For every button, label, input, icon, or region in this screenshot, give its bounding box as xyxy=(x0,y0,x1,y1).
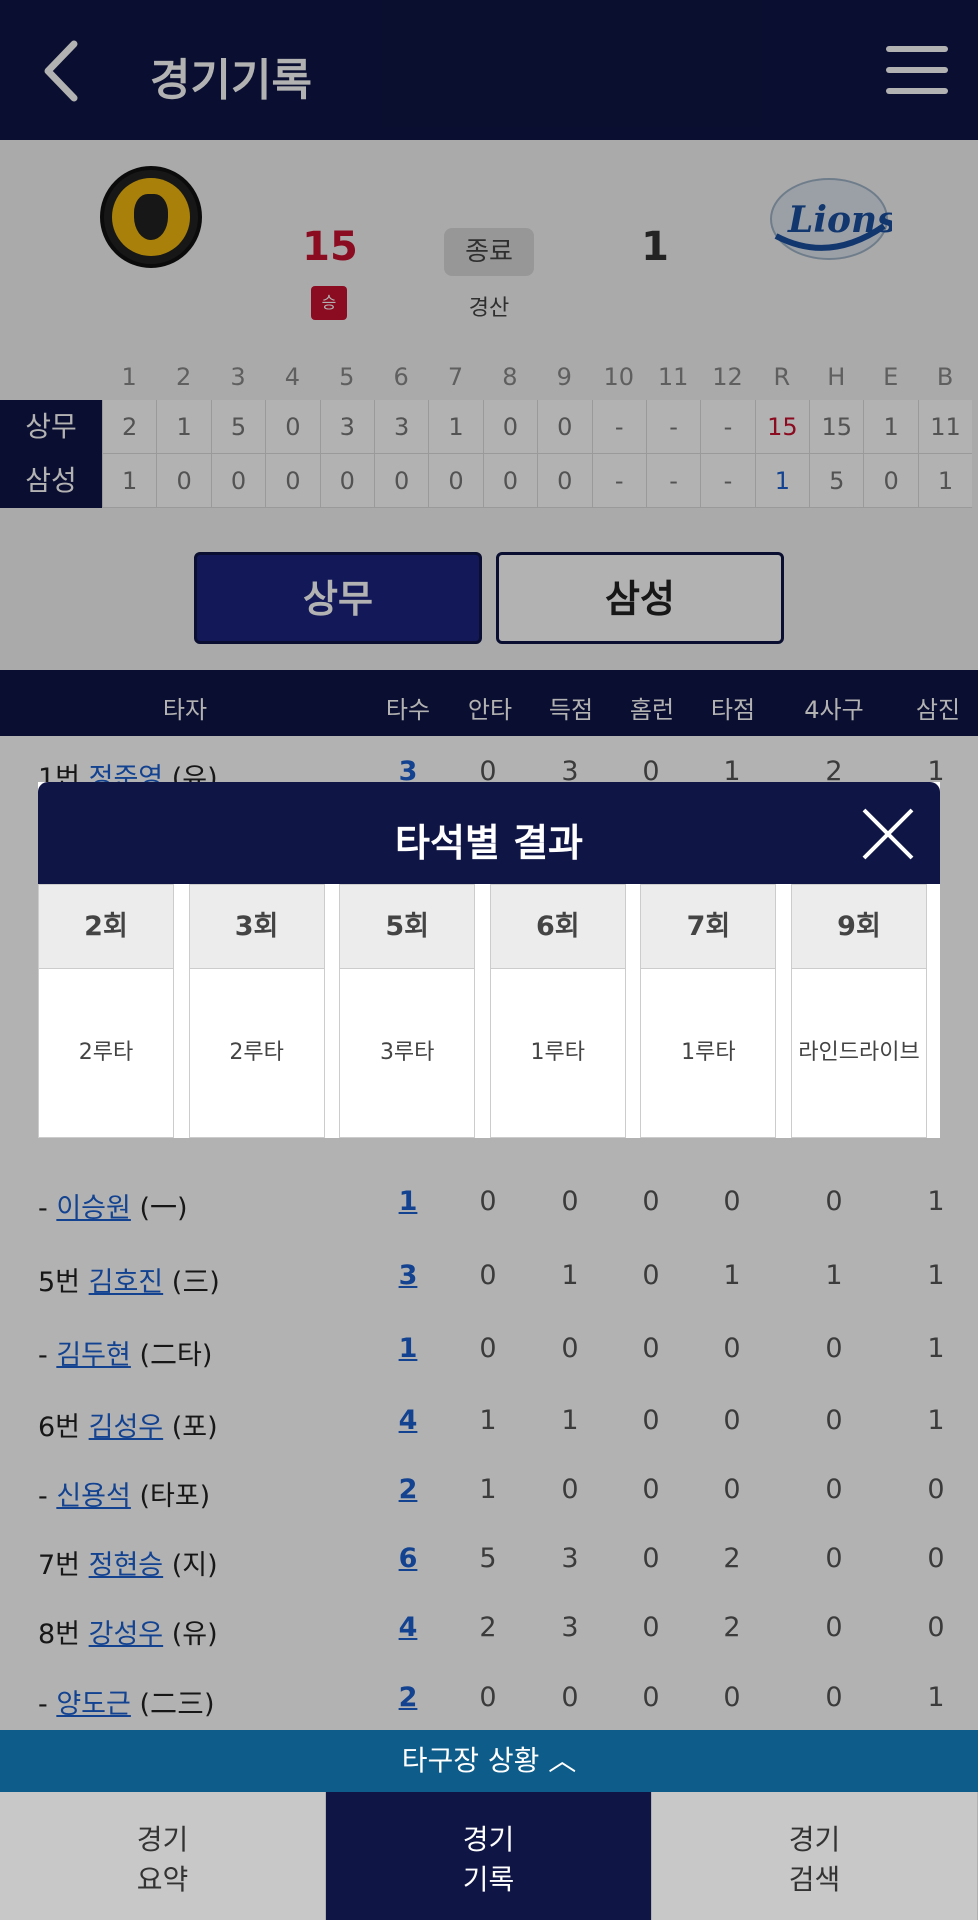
plate-appearance-column: 9회라인드라이브 xyxy=(791,884,927,1138)
plate-appearance-column: 6회 1루타 xyxy=(489,884,626,1138)
pa-result-label: 1루타 xyxy=(681,1040,736,1065)
nav-game-search[interactable]: 경기 검색 xyxy=(652,1792,978,1920)
pa-result-label: 2루타 xyxy=(229,1040,284,1065)
nav-game-summary[interactable]: 경기 요약 xyxy=(0,1792,326,1920)
nav-game-record[interactable]: 경기 기록 xyxy=(326,1792,652,1920)
pa-inning-label: 6회 xyxy=(490,885,625,969)
other-games-toggle[interactable]: 타구장 상황 ︿ xyxy=(0,1730,978,1792)
plate-appearance-column: 3회 2루타 xyxy=(188,884,325,1138)
modal-header: 타석별 결과 xyxy=(38,782,940,884)
bottom-nav: 경기 요약 경기 기록 경기 검색 xyxy=(0,1792,978,1920)
close-icon[interactable] xyxy=(860,806,916,862)
pa-result-label: 라인드라이브 xyxy=(798,1040,920,1065)
pa-inning-label: 7회 xyxy=(641,885,776,969)
pa-result-label: 3루타 xyxy=(379,1040,435,1065)
plate-appearance-column: 7회 1루타 xyxy=(640,884,777,1138)
plate-appearance-column: 5회 3루타 xyxy=(339,884,476,1138)
pa-inning-label: 5회 xyxy=(340,885,475,969)
pa-inning-label: 9회 xyxy=(792,885,926,969)
pa-result-label: 2루타 xyxy=(78,1040,134,1065)
pa-inning-label: 2회 xyxy=(39,885,173,969)
at-bat-results-modal: 타석별 결과 2회 2루타 3회 2루타 5회 3루타 6회 1루타 7회 1루타 9회라인드라이브 xyxy=(38,782,940,1138)
pa-result-label: 1루타 xyxy=(530,1040,586,1065)
modal-title: 타석별 결과 xyxy=(394,821,584,865)
pa-inning-label: 3회 xyxy=(189,885,324,969)
plate-appearance-column: 2회 2루타 xyxy=(38,884,174,1138)
